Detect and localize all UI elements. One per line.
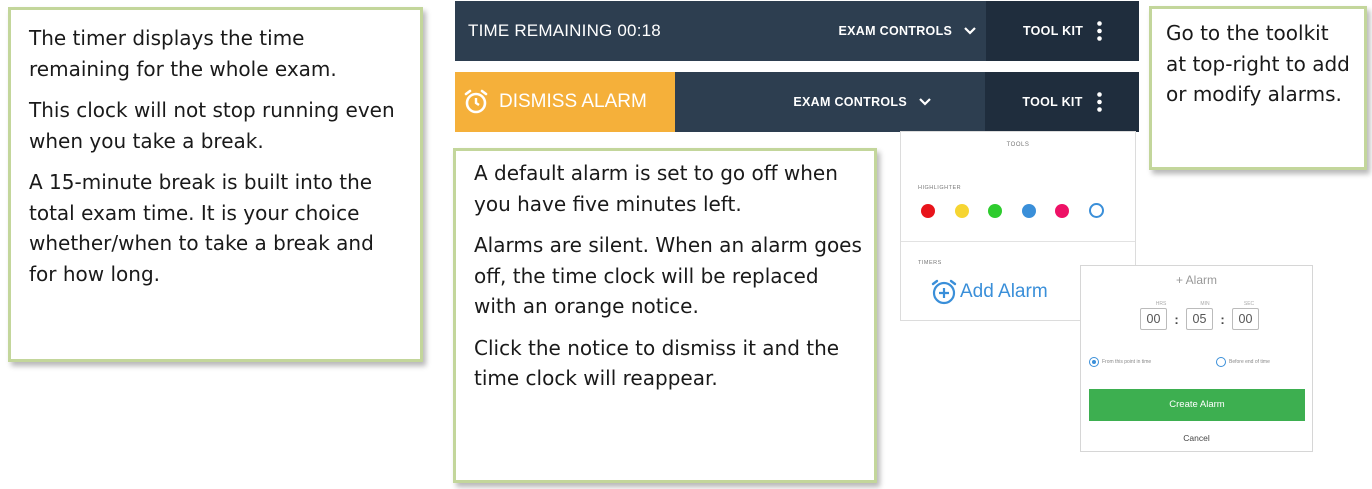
time-fields: 00 : 05 : 00 (1140, 308, 1259, 330)
exam-controls-label: EXAM CONTROLS (793, 95, 907, 109)
exam-toolbar-alarm: DISMISS ALARM EXAM CONTROLS TOOL KIT (455, 72, 1139, 132)
callout-text: A 15-minute break is built into the tota… (29, 170, 374, 286)
tools-title: TOOLS (1006, 142, 1030, 148)
highlighter-green[interactable] (988, 204, 1002, 218)
seconds-field[interactable]: 00 (1232, 308, 1259, 330)
hours-field[interactable]: 00 (1140, 308, 1167, 330)
time-field-labels: HRS MIN SEC (1139, 301, 1271, 307)
add-alarm-icon (931, 279, 957, 305)
radio-selected-icon (1089, 357, 1099, 367)
timers-label: TIMERS (918, 260, 942, 266)
chevron-down-icon (919, 98, 931, 106)
chevron-down-icon (964, 27, 976, 35)
dismiss-alarm-label: DISMISS ALARM (499, 91, 647, 112)
separator: : (1220, 311, 1225, 327)
radio-label: Before end of time (1229, 359, 1270, 365)
create-alarm-button[interactable]: Create Alarm (1089, 389, 1305, 421)
kebab-menu-icon (1096, 92, 1102, 112)
exam-controls-label: EXAM CONTROLS (838, 24, 953, 38)
callout-text: Go to the toolkit at top-right to add or… (1166, 21, 1350, 106)
minutes-label: MIN (1200, 301, 1210, 307)
highlighter-pink[interactable] (1055, 204, 1069, 218)
alarm-dialog: + Alarm HRS MIN SEC 00 : 05 : 00 From th… (1080, 265, 1313, 452)
minutes-field[interactable]: 05 (1186, 308, 1213, 330)
highlighter-none[interactable] (1088, 203, 1104, 218)
tool-kit-label: TOOL KIT (1022, 24, 1084, 38)
radio-unselected-icon (1216, 357, 1226, 367)
alarm-dialog-title: + Alarm (1175, 273, 1217, 287)
dismiss-alarm-button[interactable]: DISMISS ALARM (455, 72, 675, 132)
divider (901, 241, 1135, 242)
tool-kit-button[interactable]: TOOL KIT (986, 1, 1139, 61)
exam-controls-button[interactable]: EXAM CONTROLS (675, 95, 941, 109)
callout-alarm-info: A default alarm is set to go off when yo… (453, 148, 877, 483)
radio-from-point[interactable]: From this point in time (1089, 357, 1151, 367)
callout-text: A default alarm is set to go off when yo… (474, 161, 838, 216)
callout-text: This clock will not stop running even wh… (29, 98, 395, 153)
callout-text: Alarms are silent. When an alarm goes of… (474, 233, 862, 318)
highlighter-colors (921, 203, 1104, 218)
exam-toolbar: TIME REMAINING 00:18 EXAM CONTROLS TOOL … (455, 1, 1139, 61)
highlighter-red[interactable] (921, 204, 935, 218)
cancel-button[interactable]: Cancel (1081, 433, 1312, 443)
add-alarm-label: Add Alarm (960, 281, 1048, 302)
highlighter-blue[interactable] (1021, 204, 1036, 218)
radio-label: From this point in time (1102, 359, 1152, 365)
kebab-menu-icon (1097, 21, 1103, 41)
callout-toolkit-info: Go to the toolkit at top-right to add or… (1149, 6, 1367, 170)
highlighter-label: HIGHLIGHTER (918, 185, 962, 191)
callout-timer-info: The timer displays the time remaining fo… (8, 7, 423, 362)
callout-text: The timer displays the time remaining fo… (29, 26, 337, 81)
add-alarm-button[interactable]: Add Alarm (930, 278, 1048, 306)
hours-label: HRS (1155, 301, 1167, 307)
alarm-clock-icon (464, 89, 488, 114)
separator: : (1174, 311, 1179, 327)
radio-before-end[interactable]: Before end of time (1216, 357, 1270, 367)
callout-text: Click the notice to dismiss it and the t… (474, 335, 840, 391)
highlighter-yellow[interactable] (954, 204, 969, 218)
time-remaining: TIME REMAINING 00:18 (468, 21, 661, 40)
seconds-label: SEC (1243, 301, 1255, 307)
exam-controls-button[interactable]: EXAM CONTROLS (793, 24, 987, 38)
tool-kit-label: TOOL KIT (1022, 95, 1083, 109)
tool-kit-button[interactable]: TOOL KIT (985, 72, 1139, 132)
